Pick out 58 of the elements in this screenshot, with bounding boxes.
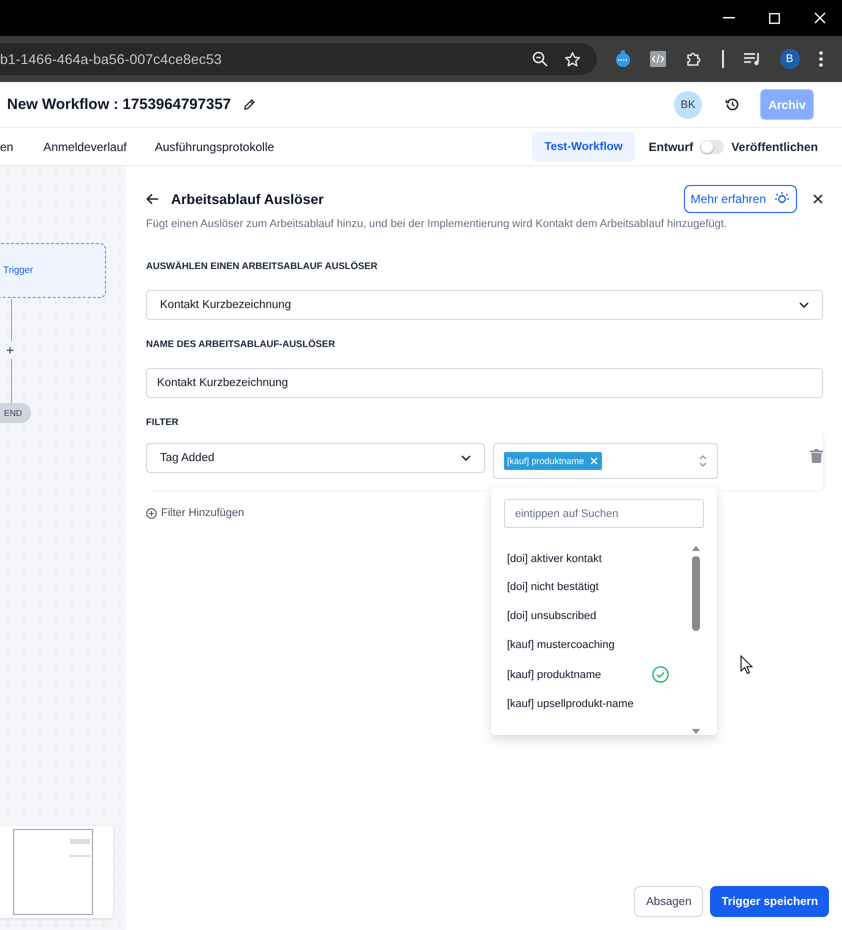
minimap[interactable] — [0, 826, 113, 918]
extension-icon[interactable] — [615, 50, 631, 68]
dropdown-option[interactable]: [kauf] produktname — [491, 660, 691, 690]
up-down-chevron-icon — [699, 455, 707, 467]
pencil-icon[interactable] — [243, 98, 256, 111]
user-avatar[interactable]: BK — [674, 90, 702, 118]
cancel-button[interactable]: Absagen — [634, 886, 704, 917]
chevron-down-icon — [461, 455, 471, 461]
back-arrow-icon[interactable] — [146, 193, 159, 205]
plus-circle-icon — [146, 508, 157, 518]
field-label: AUSWÄHLEN EINEN ARBEITSABLAUF AUSLÖSER — [146, 261, 379, 273]
draft-label: Entwurf — [648, 140, 694, 154]
trigger-name-field[interactable]: Kontakt Kurzbezeichnung — [146, 368, 823, 398]
profile-avatar[interactable]: B — [780, 49, 800, 69]
maximize-icon[interactable] — [769, 12, 780, 24]
minimize-icon[interactable] — [723, 17, 735, 19]
learn-more-button[interactable]: Mehr erfahren — [684, 185, 797, 213]
zoom-icon[interactable] — [532, 51, 548, 67]
trash-icon[interactable] — [810, 449, 823, 463]
scrollbar-thumb[interactable] — [692, 556, 700, 631]
test-workflow-button[interactable]: Test-Workflow — [532, 132, 635, 162]
add-filter-button[interactable]: Filter Hinzufügen — [146, 507, 244, 519]
star-icon[interactable] — [564, 50, 581, 68]
puzzle-icon[interactable] — [685, 50, 703, 68]
field-label: NAME DES ARBEITSABLAUF-AUSLÖSER — [146, 339, 336, 351]
code-icon[interactable] — [650, 51, 666, 67]
close-icon[interactable] — [813, 194, 823, 204]
publish-toggle[interactable] — [700, 140, 724, 154]
save-trigger-button[interactable]: Trigger speichern — [710, 886, 829, 917]
dropdown-option[interactable]: [doi] nicht bestätigt — [491, 572, 691, 602]
trigger-select[interactable]: Kontakt Kurzbezeichnung — [146, 290, 823, 320]
tab[interactable]: en — [0, 140, 28, 154]
scroll-down-arrow-icon[interactable] — [691, 728, 701, 735]
history-icon[interactable] — [725, 97, 740, 112]
dropdown-option[interactable]: [kauf] mustercoaching — [491, 630, 691, 660]
trigger-node[interactable]: Trigger — [0, 243, 106, 298]
workflow-title: New Workflow : 1753964797357 — [7, 96, 232, 113]
scroll-up-arrow-icon[interactable] — [691, 545, 701, 552]
dropdown-option[interactable]: [doi] aktiver kontakt — [491, 545, 691, 572]
search-field[interactable]: eintippen auf Suchen — [504, 499, 704, 528]
remove-icon[interactable] — [590, 457, 598, 465]
panel-description: Fügt einen Auslöser zum Arbeitsablauf hinzu, und bei der Implementierung wird Kontakt dem Arbeitsablauf hinzugefügt. — [146, 217, 728, 231]
field-label: FILTER — [146, 417, 180, 429]
tab[interactable]: Ausführungsprotokolle — [140, 140, 288, 154]
address-bar[interactable]: b1-1466-464a-ba56-007c4ce8ec53 — [0, 43, 597, 75]
filter-field-select[interactable]: Tag Added — [146, 443, 485, 473]
playlist-icon[interactable] — [742, 52, 760, 66]
panel-title: Arbeitsablauf Auslöser — [171, 191, 324, 207]
tab[interactable]: Anmeldeverlauf — [29, 140, 141, 154]
dropdown-option[interactable]: [kauf] upsellprodukt-name — [491, 690, 691, 719]
url-text: b1-1466-464a-ba56-007c4ce8ec53 — [0, 51, 223, 67]
more-icon[interactable] — [818, 51, 822, 67]
dropdown-option[interactable]: [doi] unsubscribed — [491, 601, 691, 631]
mouse-pointer-icon — [740, 655, 753, 675]
end-node: END — [0, 403, 31, 423]
add-step-button[interactable]: + — [6, 341, 14, 359]
publish-label: Veröffentlichen — [731, 140, 818, 154]
chevron-down-icon — [799, 302, 809, 308]
